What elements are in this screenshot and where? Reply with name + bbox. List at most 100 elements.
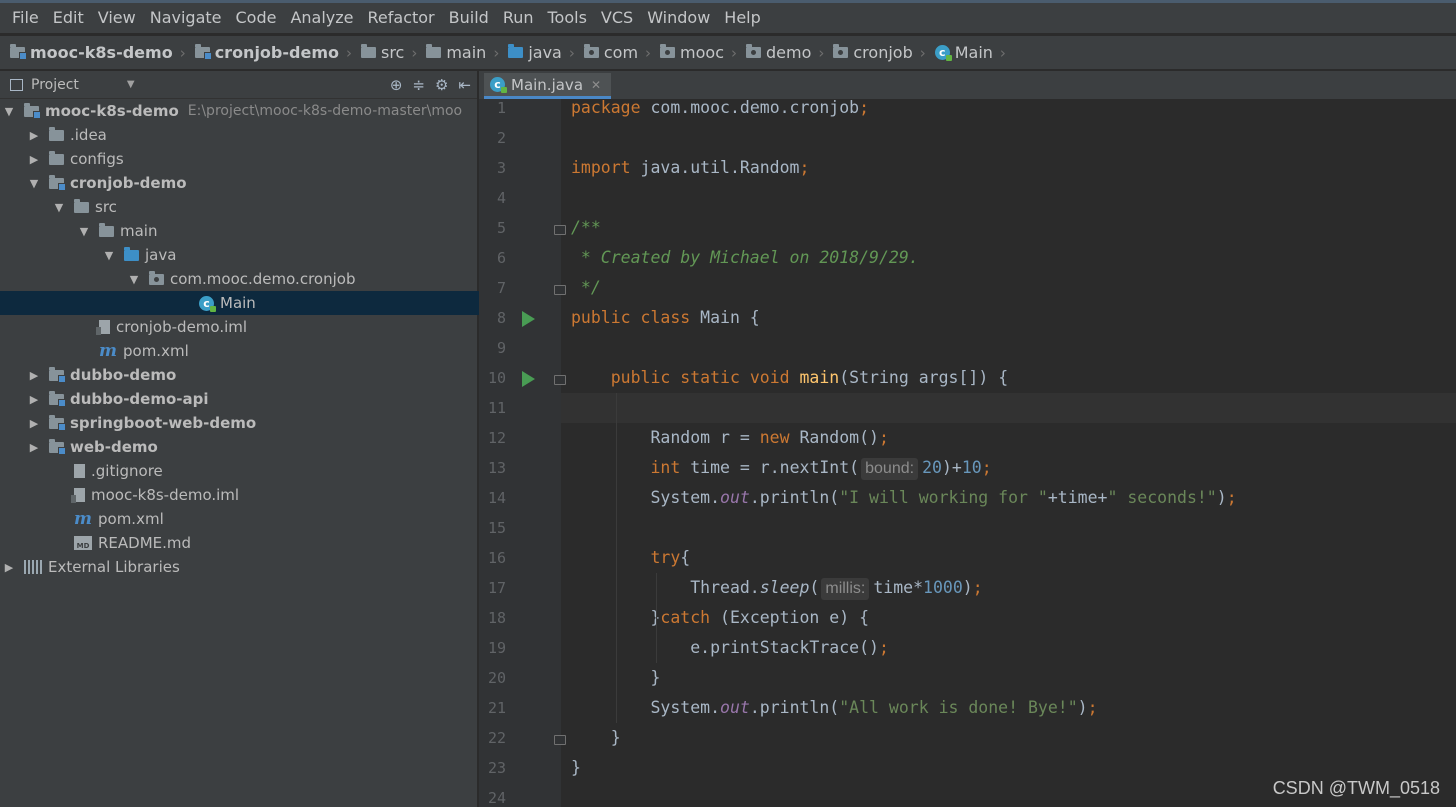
- expand-arrow-down-icon[interactable]: ▼: [102, 249, 116, 262]
- code-line[interactable]: [561, 393, 1456, 423]
- code-line[interactable]: */: [561, 273, 1456, 303]
- menu-file[interactable]: File: [5, 3, 46, 33]
- code-line[interactable]: * Created by Michael on 2018/9/29.: [561, 243, 1456, 273]
- collapse-all-icon[interactable]: ≑: [412, 76, 425, 94]
- tree-item-label: main: [120, 222, 158, 240]
- menu-window[interactable]: Window: [640, 3, 717, 33]
- package-icon: [746, 44, 761, 58]
- menu-analyze[interactable]: Analyze: [283, 3, 360, 33]
- code-line[interactable]: import java.util.Random;: [561, 153, 1456, 183]
- collapse-arrow-right-icon[interactable]: ▶: [27, 369, 41, 382]
- tree-icon-wrap: m: [74, 509, 92, 529]
- tree-item-cronjob-demo[interactable]: ▼ cronjob-demo: [0, 171, 505, 195]
- collapse-arrow-right-icon[interactable]: ▶: [27, 417, 41, 430]
- run-gutter-icon[interactable]: [522, 371, 535, 387]
- tree-icon-wrap: [96, 320, 110, 335]
- code-line[interactable]: [561, 333, 1456, 363]
- menu-refactor[interactable]: Refactor: [361, 3, 442, 33]
- menu-help[interactable]: Help: [717, 3, 767, 33]
- menu-view[interactable]: View: [91, 3, 143, 33]
- tree-item-pom-xml[interactable]: m pom.xml: [0, 339, 555, 363]
- breadcrumb-item-java[interactable]: java: [508, 43, 562, 62]
- tree-item-mooc-k8s-demo-iml[interactable]: mooc-k8s-demo.iml: [0, 483, 530, 507]
- menu-navigate[interactable]: Navigate: [143, 3, 229, 33]
- hide-panel-icon[interactable]: ⇤: [458, 76, 471, 94]
- tree-item-readme-md[interactable]: MD README.md: [0, 531, 530, 555]
- breadcrumb-item-mooc-k8s-demo[interactable]: mooc-k8s-demo: [10, 43, 173, 62]
- menu-code[interactable]: Code: [229, 3, 284, 33]
- code-line[interactable]: /**: [561, 213, 1456, 243]
- tree-item-dubbo-demo-api[interactable]: ▶ dubbo-demo-api: [0, 387, 505, 411]
- menu-build[interactable]: Build: [442, 3, 496, 33]
- collapse-arrow-right-icon[interactable]: ▶: [27, 129, 41, 142]
- tree-item-label: dubbo-demo: [70, 366, 177, 384]
- code-token: Random(): [799, 428, 879, 447]
- code-line[interactable]: [561, 123, 1456, 153]
- view-selector-dropdown-icon[interactable]: ▼: [127, 79, 135, 90]
- tree-item-main[interactable]: ▼ main: [0, 219, 555, 243]
- project-view-title[interactable]: Project: [31, 77, 79, 93]
- breadcrumb-item-src[interactable]: src: [360, 43, 404, 62]
- tree-item-idea[interactable]: ▶ .idea: [0, 123, 505, 147]
- file-icon: [74, 464, 85, 478]
- run-gutter-icon[interactable]: [522, 311, 535, 327]
- code-line[interactable]: try{: [561, 543, 1456, 573]
- tree-item-cronjob-demo-iml[interactable]: cronjob-demo.iml: [0, 315, 555, 339]
- code-line[interactable]: [561, 513, 1456, 543]
- tree-item-gitignore[interactable]: .gitignore: [0, 459, 530, 483]
- code-line[interactable]: int time = r.nextInt(bound: 20)+10;: [561, 453, 1456, 483]
- menu-tools[interactable]: Tools: [541, 3, 594, 33]
- code-line[interactable]: System.out.println("All work is done! By…: [561, 693, 1456, 723]
- expand-arrow-down-icon[interactable]: ▼: [52, 201, 66, 214]
- code-line[interactable]: e.printStackTrace();: [561, 633, 1456, 663]
- tree-icon-wrap: [49, 438, 66, 455]
- tree-icon-wrap: [49, 390, 66, 407]
- code-line[interactable]: public class Main {: [561, 303, 1456, 333]
- gear-icon[interactable]: ⚙: [435, 76, 448, 94]
- code-line[interactable]: package com.mooc.demo.cronjob;: [561, 99, 1456, 123]
- code-line[interactable]: }: [561, 723, 1456, 753]
- breadcrumb-item-main[interactable]: main: [426, 43, 486, 62]
- collapse-arrow-right-icon[interactable]: ▶: [27, 441, 41, 454]
- collapse-arrow-right-icon[interactable]: ▶: [27, 153, 41, 166]
- breadcrumb-item-main[interactable]: c Main: [934, 43, 993, 62]
- code-line[interactable]: Random r = new Random();: [561, 423, 1456, 453]
- expand-arrow-down-icon[interactable]: ▼: [127, 273, 141, 286]
- code-line[interactable]: public static void main(String args[]) {: [561, 363, 1456, 393]
- tree-item-pom-xml[interactable]: m pom.xml: [0, 507, 530, 531]
- expand-arrow-down-icon[interactable]: ▼: [2, 105, 16, 118]
- code-line[interactable]: System.out.println("I will working for "…: [561, 483, 1456, 513]
- code-token: (String args[]) {: [839, 368, 1009, 387]
- breadcrumb-item-cronjob[interactable]: cronjob: [833, 43, 913, 62]
- expand-arrow-down-icon[interactable]: ▼: [27, 177, 41, 190]
- tree-item-web-demo[interactable]: ▶ web-demo: [0, 435, 505, 459]
- close-tab-icon[interactable]: ✕: [591, 78, 601, 92]
- locate-file-icon[interactable]: ⊕: [390, 76, 403, 94]
- breadcrumb-item-mooc[interactable]: mooc: [660, 43, 724, 62]
- tree-item-configs[interactable]: ▶ configs: [0, 147, 505, 171]
- editor-tab-main-java[interactable]: c Main.java ✕: [484, 73, 612, 99]
- code-line[interactable]: [561, 183, 1456, 213]
- tree-icon-wrap: [71, 488, 85, 503]
- breadcrumb-item-cronjob-demo[interactable]: cronjob-demo: [194, 43, 339, 62]
- menu-edit[interactable]: Edit: [46, 3, 91, 33]
- collapse-arrow-right-icon[interactable]: ▶: [27, 393, 41, 406]
- menu-vcs[interactable]: VCS: [594, 3, 640, 33]
- breadcrumb-item-com[interactable]: com: [583, 43, 638, 62]
- code-line[interactable]: }: [561, 663, 1456, 693]
- indent-guide: [616, 393, 617, 723]
- breadcrumb-item-demo[interactable]: demo: [746, 43, 811, 62]
- code-line[interactable]: Thread.sleep(millis: time*1000);: [561, 573, 1456, 603]
- code-area[interactable]: package com.mooc.demo.cronjob; import jav…: [561, 99, 1456, 807]
- menu-run[interactable]: Run: [496, 3, 541, 33]
- tree-item-src[interactable]: ▼ src: [0, 195, 530, 219]
- tree-item-mooc-k8s-demo[interactable]: ▼ mooc-k8s-demo E:\project\mooc-k8s-demo-m…: [0, 99, 480, 123]
- tree-item-dubbo-demo[interactable]: ▶ dubbo-demo: [0, 363, 505, 387]
- code-line[interactable]: }catch (Exception e) {: [561, 603, 1456, 633]
- collapse-arrow-right-icon[interactable]: ▶: [2, 561, 16, 574]
- tree-item-label: java: [145, 246, 177, 264]
- tree-item-springboot-web-demo[interactable]: ▶ springboot-web-demo: [0, 411, 505, 435]
- expand-arrow-down-icon[interactable]: ▼: [77, 225, 91, 238]
- tree-item-external-libraries[interactable]: ▶ External Libraries: [0, 555, 480, 579]
